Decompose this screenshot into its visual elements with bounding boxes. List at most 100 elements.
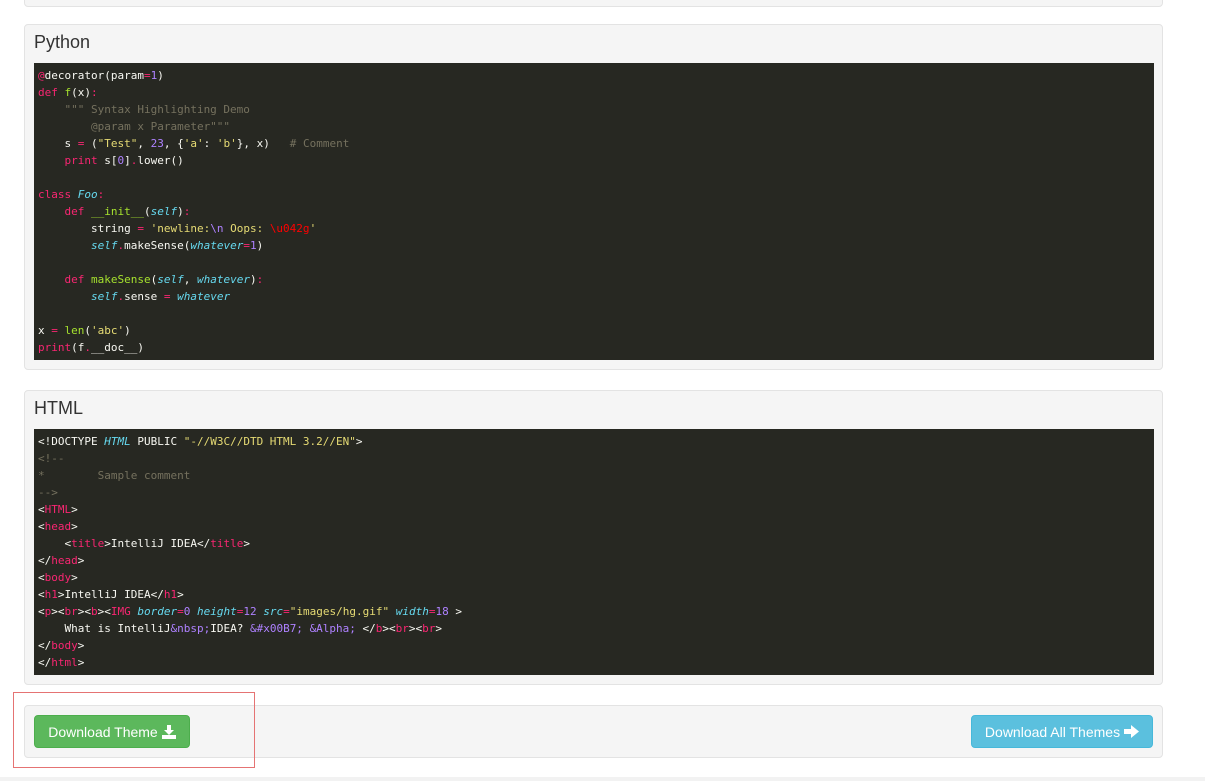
- code-token: self: [90, 239, 118, 252]
- code-token: self: [157, 273, 184, 286]
- code-token: </: [38, 656, 52, 669]
- code-token: >: [243, 537, 250, 550]
- code-token: >: [71, 520, 78, 533]
- code-token: ><: [51, 605, 65, 618]
- code-line: s = ("Test", 23, {'a': 'b'}, x) # Commen…: [38, 135, 1154, 152]
- code-line: def f(x):: [38, 84, 1154, 101]
- code-line: @decorator(param=1): [38, 67, 1154, 84]
- code-token: "images/hg.gif": [289, 605, 390, 618]
- code-token: height: [197, 605, 237, 618]
- code-token: >: [77, 639, 85, 652]
- code-token: ): [177, 205, 184, 218]
- code-token: whatever: [196, 273, 250, 286]
- code-token: whatever: [177, 290, 231, 303]
- code-token: string: [38, 222, 138, 235]
- code-token: src: [263, 605, 284, 618]
- code-token: border: [137, 605, 178, 618]
- code-token: makeSense(: [124, 239, 191, 252]
- python-section: Python @decorator(param=1) def f(x): """ …: [24, 24, 1163, 370]
- code-token: >: [71, 503, 78, 516]
- code-token: head: [44, 520, 72, 533]
- code-token: title: [210, 537, 244, 550]
- code-token: &#x00B7;: [249, 622, 303, 635]
- code-token: Oops:: [223, 222, 270, 235]
- code-token: =: [243, 239, 250, 252]
- code-token: =: [51, 324, 58, 337]
- section-title-python: Python: [34, 32, 91, 52]
- code-token: head: [51, 554, 78, 567]
- code-token: <!DOCTYPE: [38, 435, 105, 448]
- code-token: =: [177, 605, 184, 618]
- code-line: </head>: [38, 552, 1154, 569]
- code-token: 'abc': [91, 324, 125, 337]
- code-token: class: [38, 188, 78, 201]
- code-token: (: [84, 137, 98, 150]
- download-footer: Download Theme Download All Themes: [24, 705, 1163, 758]
- code-token: &nbsp;: [170, 622, 211, 635]
- code-token: whatever: [190, 239, 244, 252]
- code-token: >IntelliJ IDEA</: [104, 537, 211, 550]
- code-token: * Sample comment: [38, 469, 191, 482]
- code-token: lower(): [137, 154, 184, 167]
- code-token: :: [183, 205, 191, 218]
- code-token: ): [256, 239, 264, 252]
- code-line: <head>: [38, 518, 1154, 535]
- code-token: 23: [150, 137, 164, 150]
- code-token: </: [355, 622, 376, 635]
- code-token: >: [448, 605, 462, 618]
- code-line: <p><br><b><IMG border=0 height=12 src="i…: [38, 603, 1154, 620]
- code-token: :: [203, 137, 217, 150]
- code-token: <!--: [38, 452, 65, 465]
- code-token: PUBLIC: [130, 435, 184, 448]
- code-line: <h1>IntelliJ IDEA</h1>: [38, 586, 1154, 603]
- code-token: 'a': [183, 137, 204, 150]
- code-line: class Foo:: [38, 186, 1154, 203]
- python-code-block: @decorator(param=1) def f(x): """ Syntax …: [34, 63, 1154, 360]
- code-token: </: [38, 554, 52, 567]
- code-token: (f: [71, 341, 85, 354]
- code-token: makeSense: [91, 273, 151, 286]
- download-theme-button[interactable]: Download Theme: [34, 715, 190, 748]
- code-token: >: [71, 571, 78, 584]
- code-line: <title>IntelliJ IDEA</title>: [38, 535, 1154, 552]
- code-token: 12: [243, 605, 257, 618]
- download-icon: [161, 724, 176, 739]
- code-token: </: [38, 639, 52, 652]
- code-token: """ Syntax Highlighting Demo: [38, 103, 250, 116]
- code-token: body: [51, 639, 78, 652]
- code-line: print s[0].lower(): [38, 152, 1154, 169]
- code-token: :: [91, 86, 98, 99]
- code-token: ,: [137, 137, 151, 150]
- code-token: ><: [97, 605, 111, 618]
- previous-section-panel: [24, 0, 1163, 7]
- code-token: ): [124, 324, 131, 337]
- code-token: <: [38, 605, 45, 618]
- code-token: \u042g: [269, 222, 310, 235]
- code-token: =: [137, 222, 144, 235]
- code-token: body: [44, 571, 72, 584]
- code-token: >: [355, 435, 363, 448]
- code-line: string = 'newline:\n Oops: \u042g': [38, 220, 1154, 237]
- code-token: <: [38, 503, 45, 516]
- code-line: </html>: [38, 654, 1154, 671]
- download-all-themes-button[interactable]: Download All Themes: [971, 715, 1153, 748]
- bottom-divider: [0, 777, 1205, 781]
- code-line: -->: [38, 484, 1154, 501]
- code-token: ><: [77, 605, 91, 618]
- code-token: =: [283, 605, 290, 618]
- download-all-themes-label: Download All Themes: [984, 723, 1121, 740]
- code-token: >: [77, 554, 85, 567]
- code-token: s: [38, 137, 78, 150]
- code-token: ><: [382, 622, 396, 635]
- code-token: print: [64, 154, 98, 167]
- code-token: Foo: [77, 188, 98, 201]
- code-line: <body>: [38, 569, 1154, 586]
- code-token: print: [38, 341, 72, 354]
- code-token: >: [77, 656, 85, 669]
- code-token: ): [157, 69, 164, 82]
- code-token: >: [177, 588, 184, 601]
